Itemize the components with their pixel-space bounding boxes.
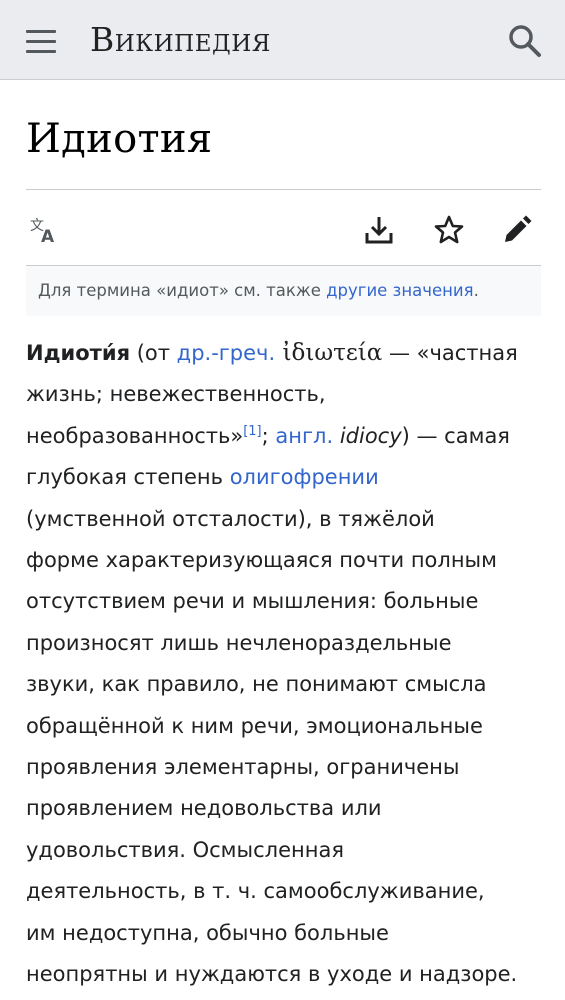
body-text: — «частная [382, 341, 518, 365]
english-word: idiocy [333, 423, 402, 448]
hatnote-disambiguation-link[interactable]: другие значения [326, 281, 473, 300]
page-actions-bar: 文 A [0, 203, 565, 257]
edit-pencil-icon[interactable] [497, 210, 537, 250]
body-line: деятельность, в т. ч. самообслуживание, [26, 879, 485, 904]
body-line: отсутствием речи и мышления: больные [26, 589, 479, 614]
greek-word: ἰδιωτεία [275, 340, 383, 366]
body-line: неопрятны и нуждаются в уходе и надзоре. [26, 962, 518, 987]
page-title: Идиотия [26, 116, 213, 162]
body-text: глубокая степень [26, 465, 230, 490]
body-line: глубокая степень олигофрении [26, 457, 541, 498]
body-line: форме характеризующаяся почти полным [26, 548, 497, 573]
body-line: звуки, как правило, не понимают смысла [26, 672, 487, 697]
wikipedia-logo[interactable]: Википедия [90, 20, 271, 59]
reference-link[interactable]: [1] [243, 424, 261, 439]
body-text: (от [130, 341, 177, 365]
hatnote: Для термина «идиот» см. также другие зна… [26, 266, 541, 316]
svg-text:A: A [41, 227, 55, 246]
article-term: Идиоти́я [26, 341, 131, 365]
ancient-greek-link[interactable]: др.-греч. [177, 341, 275, 365]
search-icon[interactable] [506, 22, 544, 60]
body-line: проявлением недовольства или [26, 796, 382, 821]
body-line: проявления элементарны, ограничены [26, 755, 460, 780]
top-header: Википедия [0, 0, 565, 80]
hatnote-text: Для термина «идиот» см. также [38, 281, 327, 300]
body-line: (умственной отсталости), в тяжёлой [26, 506, 435, 531]
body-line: жизнь; невежественность, [26, 382, 326, 407]
oligophrenia-link[interactable]: олигофрении [230, 465, 379, 489]
body-text: ) — самая [401, 423, 510, 448]
body-line: необразованность»[1]; англ. idiocy) — са… [26, 416, 541, 457]
body-text: необразованность» [26, 423, 244, 448]
body-line: обращённой к ним речи, эмоциональные [26, 713, 483, 738]
article-body: Идиоти́я (от др.-греч. ἰδιωτεία — «частн… [26, 333, 541, 996]
body-line: произносят лишь нечленораздельные [26, 630, 452, 655]
hatnote-period: . [473, 281, 479, 300]
english-link[interactable]: англ. [275, 424, 333, 448]
translate-language-icon[interactable]: 文 A [24, 210, 64, 250]
body-line: им недоступна, обычно больные [26, 920, 389, 945]
star-icon[interactable] [429, 210, 469, 250]
body-text: ; [261, 423, 276, 448]
body-line: удовольствия. Осмысленная [26, 837, 344, 862]
title-divider [26, 189, 541, 190]
download-icon[interactable] [359, 210, 399, 250]
hamburger-menu-icon[interactable] [22, 22, 62, 62]
body-line: Идиоти́я (от др.-греч. ἰδιωτεία — «частн… [26, 333, 541, 374]
